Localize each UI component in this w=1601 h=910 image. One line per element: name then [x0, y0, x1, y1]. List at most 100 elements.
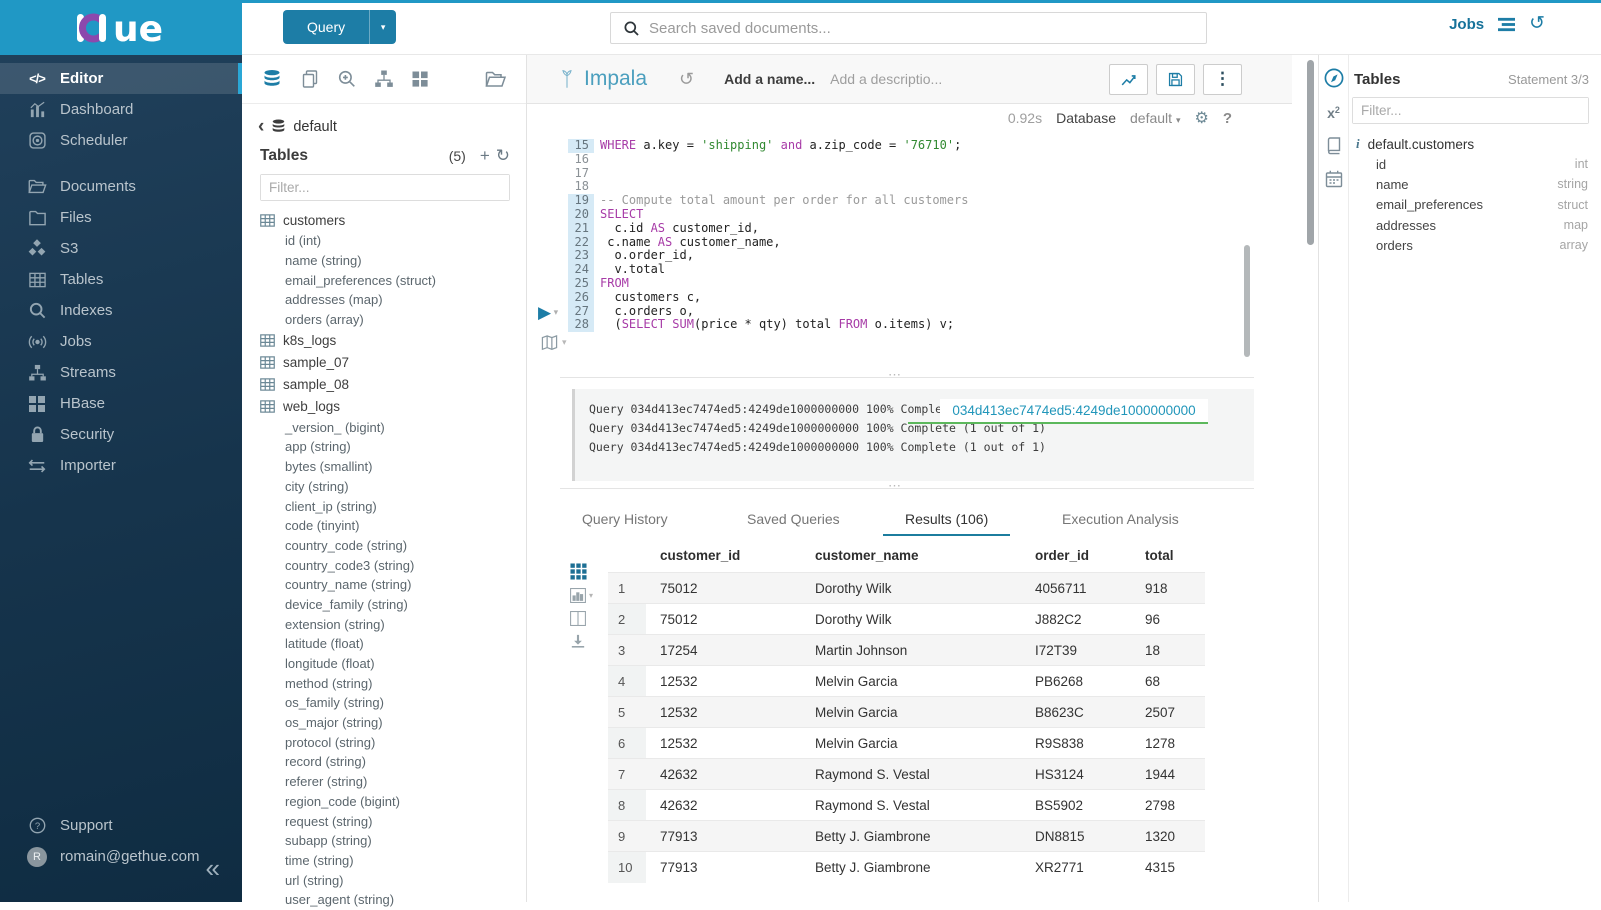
settings-gear-icon[interactable]: ⚙ [1194, 108, 1208, 128]
code-line[interactable]: 25FROM [568, 277, 1228, 291]
chart-view-button[interactable]: ▾ [570, 588, 596, 603]
query-description-field[interactable]: Add a descriptio... [830, 71, 942, 87]
sidebar-item-editor[interactable]: </>Editor [0, 63, 242, 94]
column-item[interactable]: app (string) [260, 437, 526, 457]
engine-selector[interactable]: Impala [559, 67, 647, 91]
column-item[interactable]: latitude (float) [260, 634, 526, 654]
code-line[interactable]: 27 c.orders o, [568, 305, 1228, 319]
search-input[interactable] [649, 20, 1206, 37]
download-results-button[interactable] [570, 634, 596, 649]
resize-divider[interactable] [560, 377, 1254, 378]
column-item[interactable]: email_preferences (struct) [260, 270, 526, 290]
column-item[interactable]: subapp (string) [260, 831, 526, 851]
database-assist-icon[interactable] [261, 68, 283, 90]
column-item[interactable]: url (string) [260, 870, 526, 890]
execute-button[interactable]: ▶ ▾ [538, 303, 558, 323]
table-row[interactable]: 612532Melvin GarciaR9S8381278 [608, 728, 1205, 759]
column-item[interactable]: orders (array) [260, 310, 526, 330]
column-item[interactable]: country_code (string) [260, 536, 526, 556]
code-line[interactable]: 22 c.name AS customer_name, [568, 236, 1228, 250]
resize-handle-dots[interactable]: ⋯ [888, 367, 903, 383]
assist-active-table[interactable]: i default.customers [1352, 128, 1601, 154]
column-header-order_id[interactable]: order_id [1021, 540, 1131, 573]
grid-view-button[interactable] [570, 563, 596, 580]
query-button-label[interactable]: Query [283, 10, 369, 44]
sidebar-item-dashboard[interactable]: Dashboard [0, 94, 242, 125]
hue-logo[interactable]: ue [0, 0, 242, 55]
assist-column-orders[interactable]: ordersarray [1352, 235, 1601, 255]
tab-saved-queries[interactable]: Saved Queries [725, 503, 862, 536]
sql-code-editor[interactable]: 15WHERE a.key = 'shipping' and a.zip_cod… [568, 139, 1228, 332]
sidebar-item-tables[interactable]: Tables [0, 264, 242, 295]
more-actions-button[interactable]: ⋮ [1203, 64, 1242, 95]
jobs-list-icon[interactable] [1497, 16, 1516, 33]
code-line[interactable]: 20SELECT [568, 208, 1228, 222]
column-item[interactable]: id (int) [260, 231, 526, 251]
column-header-total[interactable]: total [1131, 540, 1205, 573]
sidebar-item-hbase[interactable]: HBase [0, 388, 242, 419]
sidebar-item-documents[interactable]: Documents [0, 171, 242, 202]
assist-column-email_preferences[interactable]: email_preferencesstruct [1352, 195, 1601, 215]
functions-icon[interactable]: x2 [1323, 105, 1345, 121]
table-row[interactable]: 742632Raymond S. VestalHS31241944 [608, 759, 1205, 790]
column-item[interactable]: extension (string) [260, 614, 526, 634]
editor-scrollbar[interactable] [1244, 245, 1250, 357]
table-row[interactable]: 842632Raymond S. VestalBS59022798 [608, 790, 1205, 821]
sidebar-item-streams[interactable]: Streams [0, 357, 242, 388]
column-item[interactable]: city (string) [260, 477, 526, 497]
editor-assistant-icon[interactable] [1323, 67, 1345, 89]
add-table-icon[interactable]: + [480, 148, 490, 164]
tables-filter-input[interactable] [261, 175, 509, 200]
tab-query-history[interactable]: Query History [560, 503, 690, 536]
tab-results-106-[interactable]: Results (106) [883, 503, 1010, 536]
column-item[interactable]: os_family (string) [260, 693, 526, 713]
code-line[interactable]: 16 [568, 153, 1228, 167]
chart-settings-button[interactable] [1109, 64, 1148, 95]
folder-open-icon[interactable] [484, 69, 507, 90]
column-item[interactable]: device_family (string) [260, 595, 526, 615]
table-item-web_logs[interactable]: web_logs [260, 395, 526, 417]
column-item[interactable]: record (string) [260, 752, 526, 772]
column-header-customer_name[interactable]: customer_name [801, 540, 1021, 573]
column-item[interactable]: referer (string) [260, 772, 526, 792]
code-line[interactable]: 17 [568, 167, 1228, 181]
sitemap-assist-icon[interactable] [374, 69, 394, 89]
column-item[interactable]: name (string) [260, 251, 526, 271]
column-item[interactable]: country_name (string) [260, 575, 526, 595]
documents-assist-icon[interactable] [300, 69, 320, 89]
code-line[interactable]: 28 (SELECT SUM(price * qty) total FROM o… [568, 318, 1228, 332]
database-dropdown[interactable]: default ▾ [1130, 110, 1180, 126]
column-item[interactable]: _version_ (bigint) [260, 417, 526, 437]
save-button[interactable] [1156, 64, 1195, 95]
query-history-icon[interactable]: ↺ [1529, 15, 1545, 33]
assist-column-id[interactable]: idint [1352, 154, 1601, 174]
column-item[interactable]: bytes (smallint) [260, 457, 526, 477]
code-line[interactable]: 24 v.total [568, 263, 1228, 277]
language-reference-icon[interactable] [1323, 135, 1345, 155]
table-item-sample_07[interactable]: sample_07 [260, 351, 526, 373]
sidebar-item-support[interactable]: ? Support [0, 810, 242, 841]
column-item[interactable]: os_major (string) [260, 713, 526, 733]
columns-list-button[interactable] [570, 611, 596, 626]
column-item[interactable]: region_code (bigint) [260, 792, 526, 812]
chart-type-caret[interactable]: ▾ [589, 591, 593, 600]
column-item[interactable]: client_ip (string) [260, 496, 526, 516]
column-item[interactable]: addresses (map) [260, 290, 526, 310]
table-row[interactable]: 175012Dorothy Wilk4056711918 [608, 573, 1205, 604]
sidebar-item-security[interactable]: Security [0, 419, 242, 450]
table-item-sample_08[interactable]: sample_08 [260, 373, 526, 395]
jobs-link[interactable]: Jobs [1449, 16, 1484, 33]
query-dropdown-caret[interactable]: ▾ [369, 10, 396, 44]
back-chevron-icon[interactable]: ‹ [258, 120, 264, 134]
column-item[interactable]: request (string) [260, 811, 526, 831]
column-item[interactable]: country_code3 (string) [260, 555, 526, 575]
code-line[interactable]: 19-- Compute total amount per order for … [568, 194, 1228, 208]
column-item[interactable]: longitude (float) [260, 654, 526, 674]
column-header-customer_id[interactable]: customer_id [646, 540, 801, 573]
assist-column-addresses[interactable]: addressesmap [1352, 215, 1601, 235]
schedule-icon[interactable] [1323, 169, 1345, 189]
sidebar-item-files[interactable]: Files [0, 202, 242, 233]
collapse-sidebar-icon[interactable]: « [206, 853, 220, 884]
table-row[interactable]: 977913Betty J. GiambroneDN88151320 [608, 821, 1205, 852]
main-scrollbar[interactable] [1307, 60, 1314, 245]
